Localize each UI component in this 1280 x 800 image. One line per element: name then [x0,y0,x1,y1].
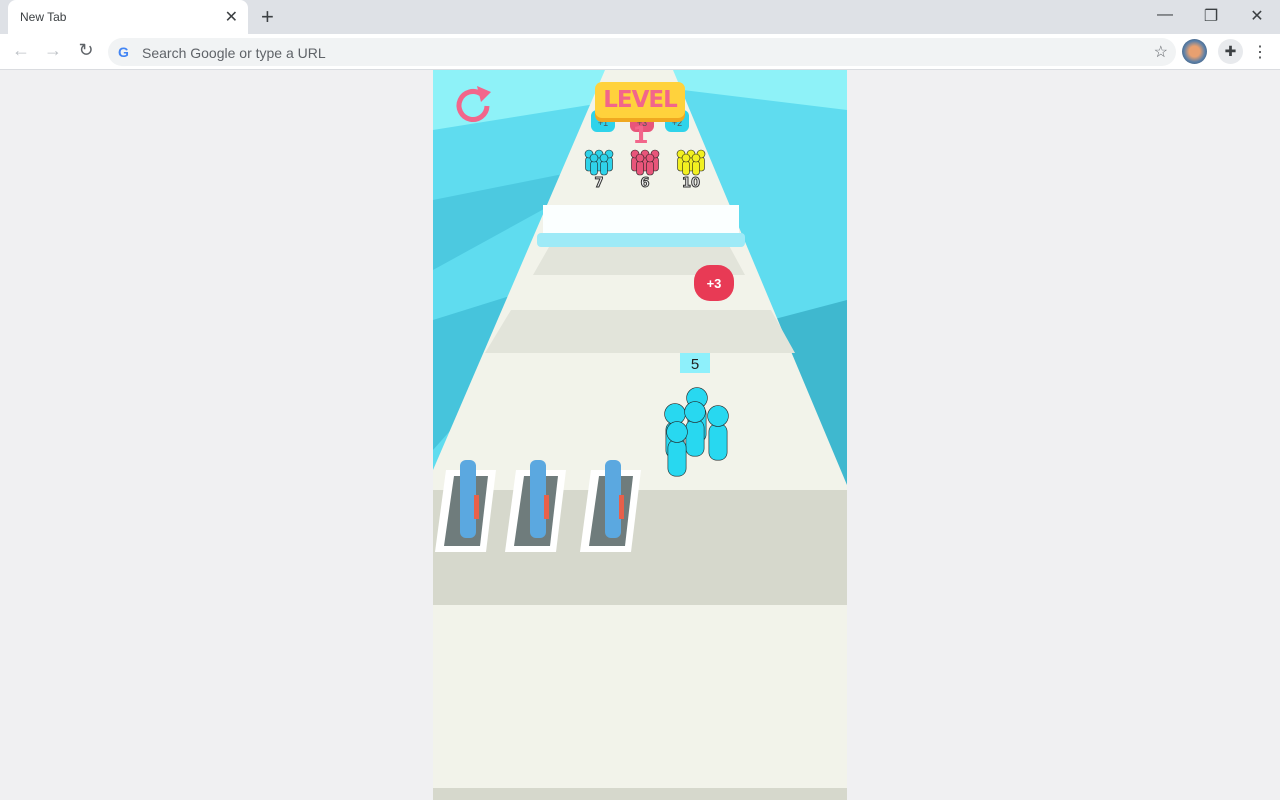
gates: +1 +3 +2 [591,110,689,132]
stickman [681,153,691,163]
avatar[interactable] [1182,39,1207,64]
stickman [635,153,645,163]
stickman [707,405,729,427]
saw-hub [474,495,479,519]
bonus-label: +3 [707,276,722,291]
stickman [684,401,706,423]
stickman-body [590,160,598,176]
menu-icon[interactable]: ⋮ [1252,42,1268,62]
ice-wall [543,205,739,235]
saw-blade [530,460,546,538]
crowd-count: 6 [640,176,649,191]
saw-hub [544,495,549,519]
enemy-crowds [584,149,706,176]
player-count: 5 [691,356,699,373]
omnibox[interactable]: G Search Google or type a URL ☆ [108,38,1176,66]
saw-blade [460,460,476,538]
forward-icon[interactable]: → [41,40,65,61]
tab-title: New Tab [20,10,67,24]
stickman-body [692,160,700,176]
toolbar: ← → ↻ G Search Google or type a URL ☆ ✚ … [0,34,1280,70]
road-stripe [433,490,847,605]
stickman-body [708,423,728,461]
stickman [599,153,609,163]
gate-label: +1 [598,118,608,128]
omnibox-placeholder[interactable]: Search Google or type a URL [142,45,326,61]
tab-new-tab[interactable]: New Tab ✕ [8,0,248,34]
close-tab-icon[interactable]: ✕ [225,7,238,27]
road-stripe [485,310,795,353]
stickman-body [636,160,644,176]
stickman-body [682,160,690,176]
star-icon[interactable]: ☆ [1154,42,1168,62]
stickman-body [600,160,608,176]
gate-label: +3 [637,118,647,128]
stickman [666,421,688,443]
new-tab-button[interactable]: + [261,4,274,30]
close-window-button[interactable]: ✕ [1242,6,1272,26]
road-stripe [433,788,847,800]
stickman-body [667,439,687,477]
ice-wall-base [537,233,745,247]
game-canvas[interactable]: +1 +3 +2 7 6 10 +3 5 LEVEL 1 [433,70,847,800]
stickman [691,153,701,163]
crowd-count: 10 [682,176,700,191]
extensions-icon[interactable]: ✚ [1218,39,1243,64]
back-icon[interactable]: ← [9,40,33,61]
crowd-count: 7 [594,176,603,191]
stickman [589,153,599,163]
tab-bar: New Tab ✕ + — ❐ ✕ [0,0,1280,34]
saw-traps [435,460,641,552]
stickman-body [685,419,705,457]
stickman-body [646,160,654,176]
saw-hub [619,495,624,519]
minimize-button[interactable]: — [1150,6,1180,24]
saw-blade [605,460,621,538]
google-icon: G [118,44,129,60]
stickman [664,403,686,425]
stickman [645,153,655,163]
gate-label: +2 [672,118,682,128]
restore-button[interactable]: ❐ [1196,6,1226,26]
reload-icon[interactable]: ↻ [74,40,98,61]
game-scene: +1 +3 +2 7 6 10 +3 5 [433,70,847,800]
restart-icon[interactable] [449,82,497,130]
